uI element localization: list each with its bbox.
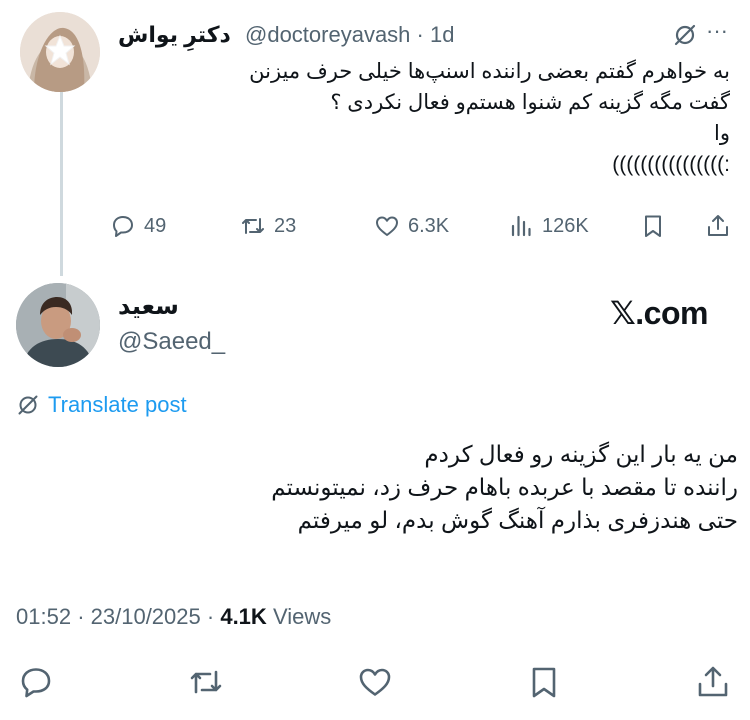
bookmark-button[interactable] xyxy=(640,206,666,246)
author-name[interactable]: سعید xyxy=(118,292,179,321)
post-text-line: من یه بار این گزینه رو فعال کردم xyxy=(424,441,738,467)
like-icon xyxy=(359,668,391,696)
post-text-line: راننده تا مقصد با عربده باهام حرف زد، نم… xyxy=(271,474,738,500)
author-meta: @doctoreyavash · 1d xyxy=(245,22,454,48)
thread-connector-line xyxy=(60,92,63,276)
post-time[interactable]: 1d xyxy=(430,22,454,47)
repost-count: 23 xyxy=(274,214,297,237)
share-button[interactable] xyxy=(695,664,731,700)
like-count: 6.3K xyxy=(408,214,450,237)
author-handle[interactable]: @Saeed_ xyxy=(118,328,225,356)
grok-icon[interactable] xyxy=(672,22,698,54)
views-button[interactable]: 126K xyxy=(508,206,589,246)
like-button[interactable]: 6.3K xyxy=(374,206,449,246)
parent-post-text: به خواهرم گفتم بعضی راننده اسنپ‌ها خیلی … xyxy=(118,56,730,180)
repost-button[interactable] xyxy=(188,664,224,700)
avatar[interactable] xyxy=(20,12,100,92)
main-post-actions xyxy=(0,660,750,704)
share-icon xyxy=(708,215,728,236)
post-text-line: حتی هندزفری بذارم آهنگ گوش بدم، لو میرفت… xyxy=(297,507,738,533)
repost-button[interactable]: 23 xyxy=(240,206,296,246)
views-icon xyxy=(511,215,531,237)
avatar-image xyxy=(20,12,100,92)
translate-label[interactable]: Translate post xyxy=(48,392,187,418)
post-header-controls: ··· xyxy=(630,18,730,48)
separator-dot: · xyxy=(206,604,215,629)
post-date[interactable]: 23/10/2025 xyxy=(91,604,201,629)
author-handle[interactable]: @doctoreyavash xyxy=(245,22,410,47)
views-label: Views xyxy=(272,604,332,629)
share-icon xyxy=(698,666,728,697)
bookmark-icon xyxy=(645,215,661,237)
repost-icon xyxy=(242,218,264,234)
reply-icon xyxy=(21,668,51,698)
watermark-text: 𝕏.com xyxy=(610,295,708,331)
post-text-line: وا xyxy=(714,122,730,145)
bookmark-icon xyxy=(532,667,556,698)
like-button[interactable] xyxy=(357,664,393,700)
parent-post-actions: 49 23 6.3K 126K xyxy=(110,206,735,246)
post-meta: 01:52 · 23/10/2025 · 4.1K Views xyxy=(16,604,331,630)
reply-button[interactable] xyxy=(18,664,54,700)
post-text-line: :)))))))))))))))) xyxy=(612,153,730,176)
like-icon xyxy=(376,216,398,236)
post-text-line: به خواهرم گفتم بعضی راننده اسنپ‌ها خیلی … xyxy=(249,60,730,83)
author-name[interactable]: دکترِ یواش xyxy=(118,22,231,48)
main-post-text: من یه بار این گزینه رو فعال کردم راننده … xyxy=(110,438,738,537)
translate-post-link[interactable]: Translate post xyxy=(16,392,187,418)
parent-post-header: دکترِ یواش @doctoreyavash · 1d ··· xyxy=(118,18,730,48)
repost-icon xyxy=(190,670,222,694)
share-button[interactable] xyxy=(705,206,731,246)
reply-count: 49 xyxy=(144,214,167,237)
separator-dot: · xyxy=(77,604,85,629)
bookmark-button[interactable] xyxy=(526,664,562,700)
post-text-line: گفت مگه گزینه کم شنوا هستم‌و فعال نکردی … xyxy=(330,91,730,114)
reply-icon xyxy=(113,216,133,237)
post-time[interactable]: 01:52 xyxy=(16,604,71,629)
avatar-image xyxy=(16,283,100,367)
views-count: 4.1K xyxy=(220,604,267,629)
reply-button[interactable]: 49 xyxy=(110,206,166,246)
views-count: 126K xyxy=(542,214,589,237)
grok-icon xyxy=(18,395,38,415)
separator-dot: · xyxy=(416,22,424,47)
more-icon[interactable]: ··· xyxy=(706,18,728,44)
avatar[interactable] xyxy=(16,283,100,367)
